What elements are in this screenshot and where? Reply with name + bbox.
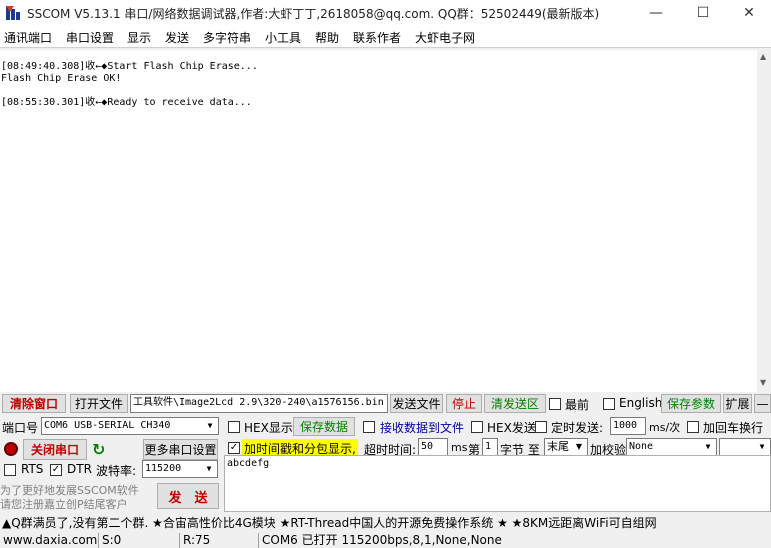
scroll-down-arrow-icon[interactable]: ▼ bbox=[760, 378, 766, 387]
status-received-count: R:75 bbox=[179, 533, 258, 548]
timeout-input[interactable]: 50 bbox=[418, 438, 448, 456]
end-byte-select[interactable]: 末尾 ▼ bbox=[544, 438, 588, 456]
clear-window-button[interactable]: 清除窗口 bbox=[2, 394, 66, 413]
port-select-value: COM6 USB-SERIAL CH340 bbox=[44, 420, 171, 431]
port-label: 端口号 bbox=[2, 421, 39, 435]
interval-input[interactable]: 1000 bbox=[610, 417, 646, 435]
chevron-down-icon: ▼ bbox=[206, 464, 212, 473]
chevron-down-icon: ▼ bbox=[575, 442, 583, 451]
recv-to-file-checkbox[interactable] bbox=[363, 421, 375, 433]
status-bar: www.daxia.com S:0 R:75 COM6 已打开 115200bp… bbox=[0, 533, 771, 548]
topmost-checkbox[interactable] bbox=[549, 398, 561, 410]
expand-button[interactable]: 扩展 bbox=[723, 394, 752, 413]
output-line: [08:49:40.308]收←◆Start Flash Chip Erase.… bbox=[1, 61, 258, 72]
rts-checkbox[interactable] bbox=[4, 464, 16, 476]
clear-send-area-button[interactable]: 清发送区 bbox=[484, 394, 546, 413]
refresh-icon[interactable]: ↻ bbox=[92, 440, 105, 459]
timed-send-checkbox[interactable] bbox=[535, 421, 547, 433]
add-crlf-label: 加回车换行 bbox=[703, 421, 764, 435]
vertical-scrollbar[interactable]: ▲ ▼ bbox=[757, 50, 771, 392]
menu-multi-string[interactable]: 多字符串 bbox=[203, 29, 251, 46]
menu-help[interactable]: 帮助 bbox=[315, 29, 339, 46]
app-logo-icon bbox=[6, 6, 20, 20]
receive-output-area[interactable]: [08:49:40.308]收←◆Start Flash Chip Erase.… bbox=[0, 50, 757, 392]
collapse-button[interactable]: — bbox=[754, 394, 771, 413]
chevron-down-icon: ▼ bbox=[207, 421, 213, 430]
rts-label: RTS bbox=[21, 462, 44, 476]
more-serial-settings-button[interactable]: 更多串口设置 bbox=[143, 439, 218, 460]
save-data-button[interactable]: 保存数据 bbox=[293, 417, 355, 436]
menu-daxia-website[interactable]: 大虾电子网 bbox=[415, 29, 475, 46]
output-line: Flash Chip Erase OK! bbox=[1, 73, 122, 84]
menu-contact-author[interactable]: 联系作者 bbox=[353, 29, 401, 46]
timed-send-label: 定时发送: bbox=[551, 421, 604, 435]
baud-value: 115200 bbox=[145, 463, 182, 474]
port-status-indicator-icon bbox=[4, 442, 18, 456]
dtr-label: DTR bbox=[67, 462, 92, 476]
checksum-value: None bbox=[629, 441, 654, 452]
send-text-area[interactable]: abcdefg bbox=[224, 455, 771, 512]
output-line: [08:55:30.301]收←◆Ready to receive data..… bbox=[1, 97, 252, 108]
status-sent-count: S:0 bbox=[98, 533, 178, 548]
menu-bar: 通讯端口 串口设置 显示 发送 多字符串 小工具 帮助 联系作者 大虾电子网 bbox=[0, 26, 771, 48]
english-checkbox[interactable] bbox=[603, 398, 615, 410]
topmost-label: 最前 bbox=[565, 398, 590, 412]
hex-display-label: HEX显示 bbox=[244, 421, 293, 435]
minimize-button[interactable]: — bbox=[633, 0, 679, 26]
stop-button[interactable]: 停止 bbox=[446, 394, 482, 413]
hex-display-checkbox[interactable] bbox=[228, 421, 240, 433]
timestamp-checkbox[interactable]: ✓ bbox=[228, 442, 240, 454]
timeout-unit: ms bbox=[451, 441, 468, 454]
chevron-down-icon: ▼ bbox=[759, 442, 765, 451]
maximize-button[interactable]: ☐ bbox=[680, 0, 726, 26]
menu-serial-settings[interactable]: 串口设置 bbox=[66, 29, 114, 46]
status-website-link[interactable]: www.daxia.com bbox=[0, 533, 97, 548]
end-byte-value: 末尾 bbox=[547, 440, 569, 453]
close-port-button[interactable]: 关闭串口 bbox=[23, 439, 87, 460]
checksum-select[interactable]: None ▼ bbox=[626, 438, 717, 456]
open-file-button[interactable]: 打开文件 bbox=[70, 394, 128, 413]
title-bar: SSCOM V5.13.1 串口/网络数据调试器,作者:大虾丁丁,2618058… bbox=[0, 0, 771, 26]
menu-send[interactable]: 发送 bbox=[165, 29, 189, 46]
promo-text-line2: 请您注册嘉立创P结尾客户 bbox=[0, 498, 128, 511]
close-button[interactable]: ✕ bbox=[726, 0, 771, 26]
dtr-checkbox[interactable]: ✓ bbox=[50, 464, 62, 476]
start-byte-input[interactable]: 1 bbox=[482, 438, 498, 456]
hex-send-label: HEX发送 bbox=[487, 421, 536, 435]
send-button[interactable]: 发 送 bbox=[157, 483, 219, 509]
port-select[interactable]: COM6 USB-SERIAL CH340 ▼ bbox=[41, 417, 219, 435]
save-params-button[interactable]: 保存参数 bbox=[661, 394, 721, 413]
news-ticker[interactable]: ▲Q群满员了,没有第二个群. ★合宙高性价比4G模块 ★RT-Thread中国人… bbox=[0, 512, 771, 531]
hex-send-checkbox[interactable] bbox=[471, 421, 483, 433]
menu-display[interactable]: 显示 bbox=[127, 29, 151, 46]
scroll-up-arrow-icon[interactable]: ▲ bbox=[760, 52, 766, 61]
baud-label: 波特率: bbox=[96, 464, 137, 478]
file-path-input[interactable]: 工具软件\Image2Lcd 2.9\320-240\a1576156.bin bbox=[130, 394, 388, 413]
english-label: English bbox=[619, 396, 663, 410]
baud-select[interactable]: 115200 ▼ bbox=[142, 460, 218, 478]
menu-tools[interactable]: 小工具 bbox=[265, 29, 301, 46]
checksum-extra-select[interactable]: ▼ bbox=[719, 438, 771, 456]
send-file-button[interactable]: 发送文件 bbox=[390, 394, 443, 413]
recv-to-file-label: 接收数据到文件 bbox=[380, 421, 465, 435]
interval-unit: ms/次 bbox=[649, 421, 681, 434]
window-title: SSCOM V5.13.1 串口/网络数据调试器,作者:大虾丁丁,2618058… bbox=[27, 7, 600, 21]
menu-comm-port[interactable]: 通讯端口 bbox=[4, 29, 52, 46]
add-crlf-checkbox[interactable] bbox=[687, 421, 699, 433]
status-port-info: COM6 已打开 115200bps,8,1,None,None bbox=[258, 533, 771, 548]
chevron-down-icon: ▼ bbox=[705, 442, 711, 451]
